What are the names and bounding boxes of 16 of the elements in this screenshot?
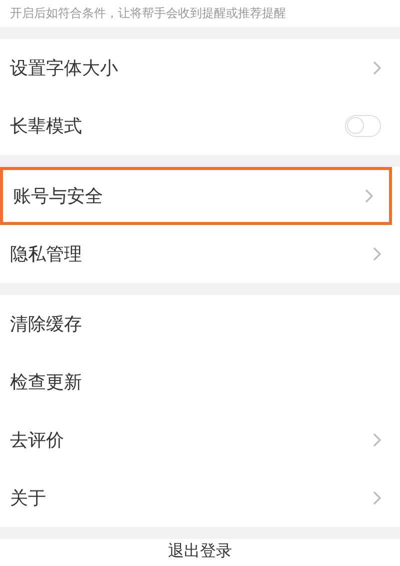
settings-row[interactable]: 关于 xyxy=(0,468,400,527)
chevron-right-icon xyxy=(365,188,373,203)
chevron-right-icon xyxy=(373,246,381,261)
notice-text: 开启后如符合条件，让将帮手会收到提醒或推荐提醒 xyxy=(10,4,286,22)
chevron-right-icon xyxy=(373,60,381,75)
logout-button[interactable]: 退出登录 xyxy=(0,538,400,566)
toggle-switch[interactable] xyxy=(345,114,381,137)
settings-row[interactable]: 去评价 xyxy=(0,410,400,469)
chevron-right-icon xyxy=(373,490,381,505)
settings-row[interactable]: 检查更新 xyxy=(0,352,400,411)
settings-row[interactable]: 账号与安全 xyxy=(0,166,392,225)
settings-row[interactable]: 隐私管理 xyxy=(0,224,400,283)
chevron-right-icon xyxy=(373,432,381,447)
settings-row[interactable]: 长辈模式 xyxy=(0,96,400,155)
settings-row[interactable]: 设置字体大小 xyxy=(0,38,400,97)
settings-row[interactable]: 清除缓存 xyxy=(0,294,400,353)
